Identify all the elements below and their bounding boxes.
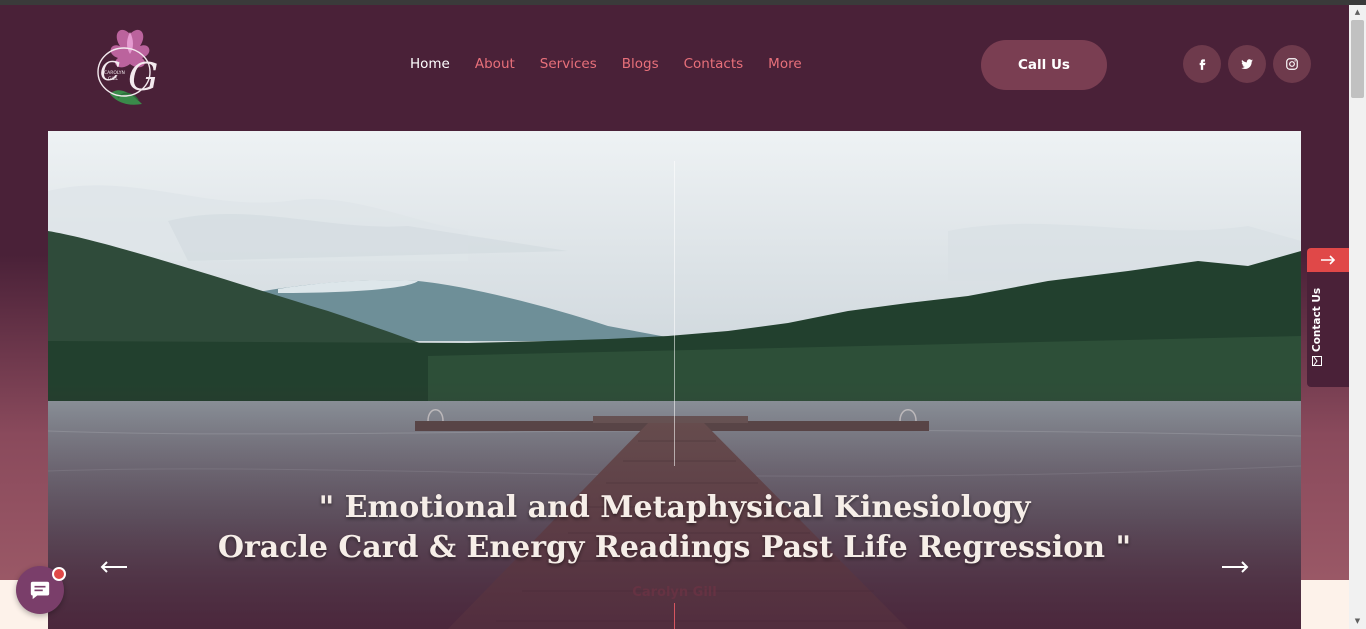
nav-services[interactable]: Services <box>540 56 597 72</box>
facebook-icon <box>1199 59 1206 70</box>
hero-line-2: Oracle Card & Energy Readings Past Life … <box>217 530 1132 565</box>
page-scrollbar[interactable] <box>1349 5 1366 629</box>
nav-home[interactable]: Home <box>410 56 450 72</box>
svg-text:GILL: GILL <box>108 76 118 82</box>
contact-us-side-tab[interactable]: Contact Us <box>1307 248 1349 387</box>
svg-text:G: G <box>128 55 158 99</box>
hero-line-1: " Emotional and Metaphysical Kinesiology <box>318 490 1031 525</box>
side-tab-label: Contact Us <box>1311 288 1323 366</box>
chat-icon <box>30 581 50 600</box>
slide-divider-top <box>674 161 675 466</box>
instagram-button[interactable] <box>1273 45 1311 83</box>
instagram-icon <box>1286 58 1298 70</box>
main-nav: Home About Services Blogs Contacts More <box>410 56 802 72</box>
logo-text: CAROLYN <box>104 70 125 76</box>
prev-slide-button[interactable] <box>94 549 134 585</box>
hero-slider: " Emotional and Metaphysical Kinesiology… <box>48 131 1301 629</box>
twitter-button[interactable] <box>1228 45 1266 83</box>
call-us-button[interactable]: Call Us <box>981 40 1107 90</box>
nav-about[interactable]: About <box>475 56 515 72</box>
slide-divider-bottom <box>674 603 675 629</box>
side-tab-text: Contact Us <box>1311 287 1323 352</box>
mail-icon <box>1312 356 1322 366</box>
site-logo[interactable]: G C CAROLYN GILL <box>90 24 170 110</box>
notification-dot <box>52 567 66 581</box>
nav-contacts[interactable]: Contacts <box>684 56 744 72</box>
nav-more[interactable]: More <box>768 56 801 72</box>
nav-blogs[interactable]: Blogs <box>622 56 659 72</box>
next-slide-button[interactable] <box>1215 549 1255 585</box>
scroll-up-arrow[interactable]: ▲ <box>1349 5 1366 19</box>
arrow-right-icon <box>1222 561 1249 573</box>
twitter-icon <box>1241 59 1253 70</box>
arrow-right-icon <box>1321 255 1336 265</box>
facebook-button[interactable] <box>1183 45 1221 83</box>
hero-subtitle: Carolyn Gill <box>632 585 717 600</box>
arrow-left-icon <box>100 561 127 573</box>
side-tab-arrow[interactable] <box>1307 248 1349 272</box>
scroll-down-arrow[interactable]: ▼ <box>1349 614 1366 628</box>
scrollbar-thumb[interactable] <box>1351 20 1364 98</box>
